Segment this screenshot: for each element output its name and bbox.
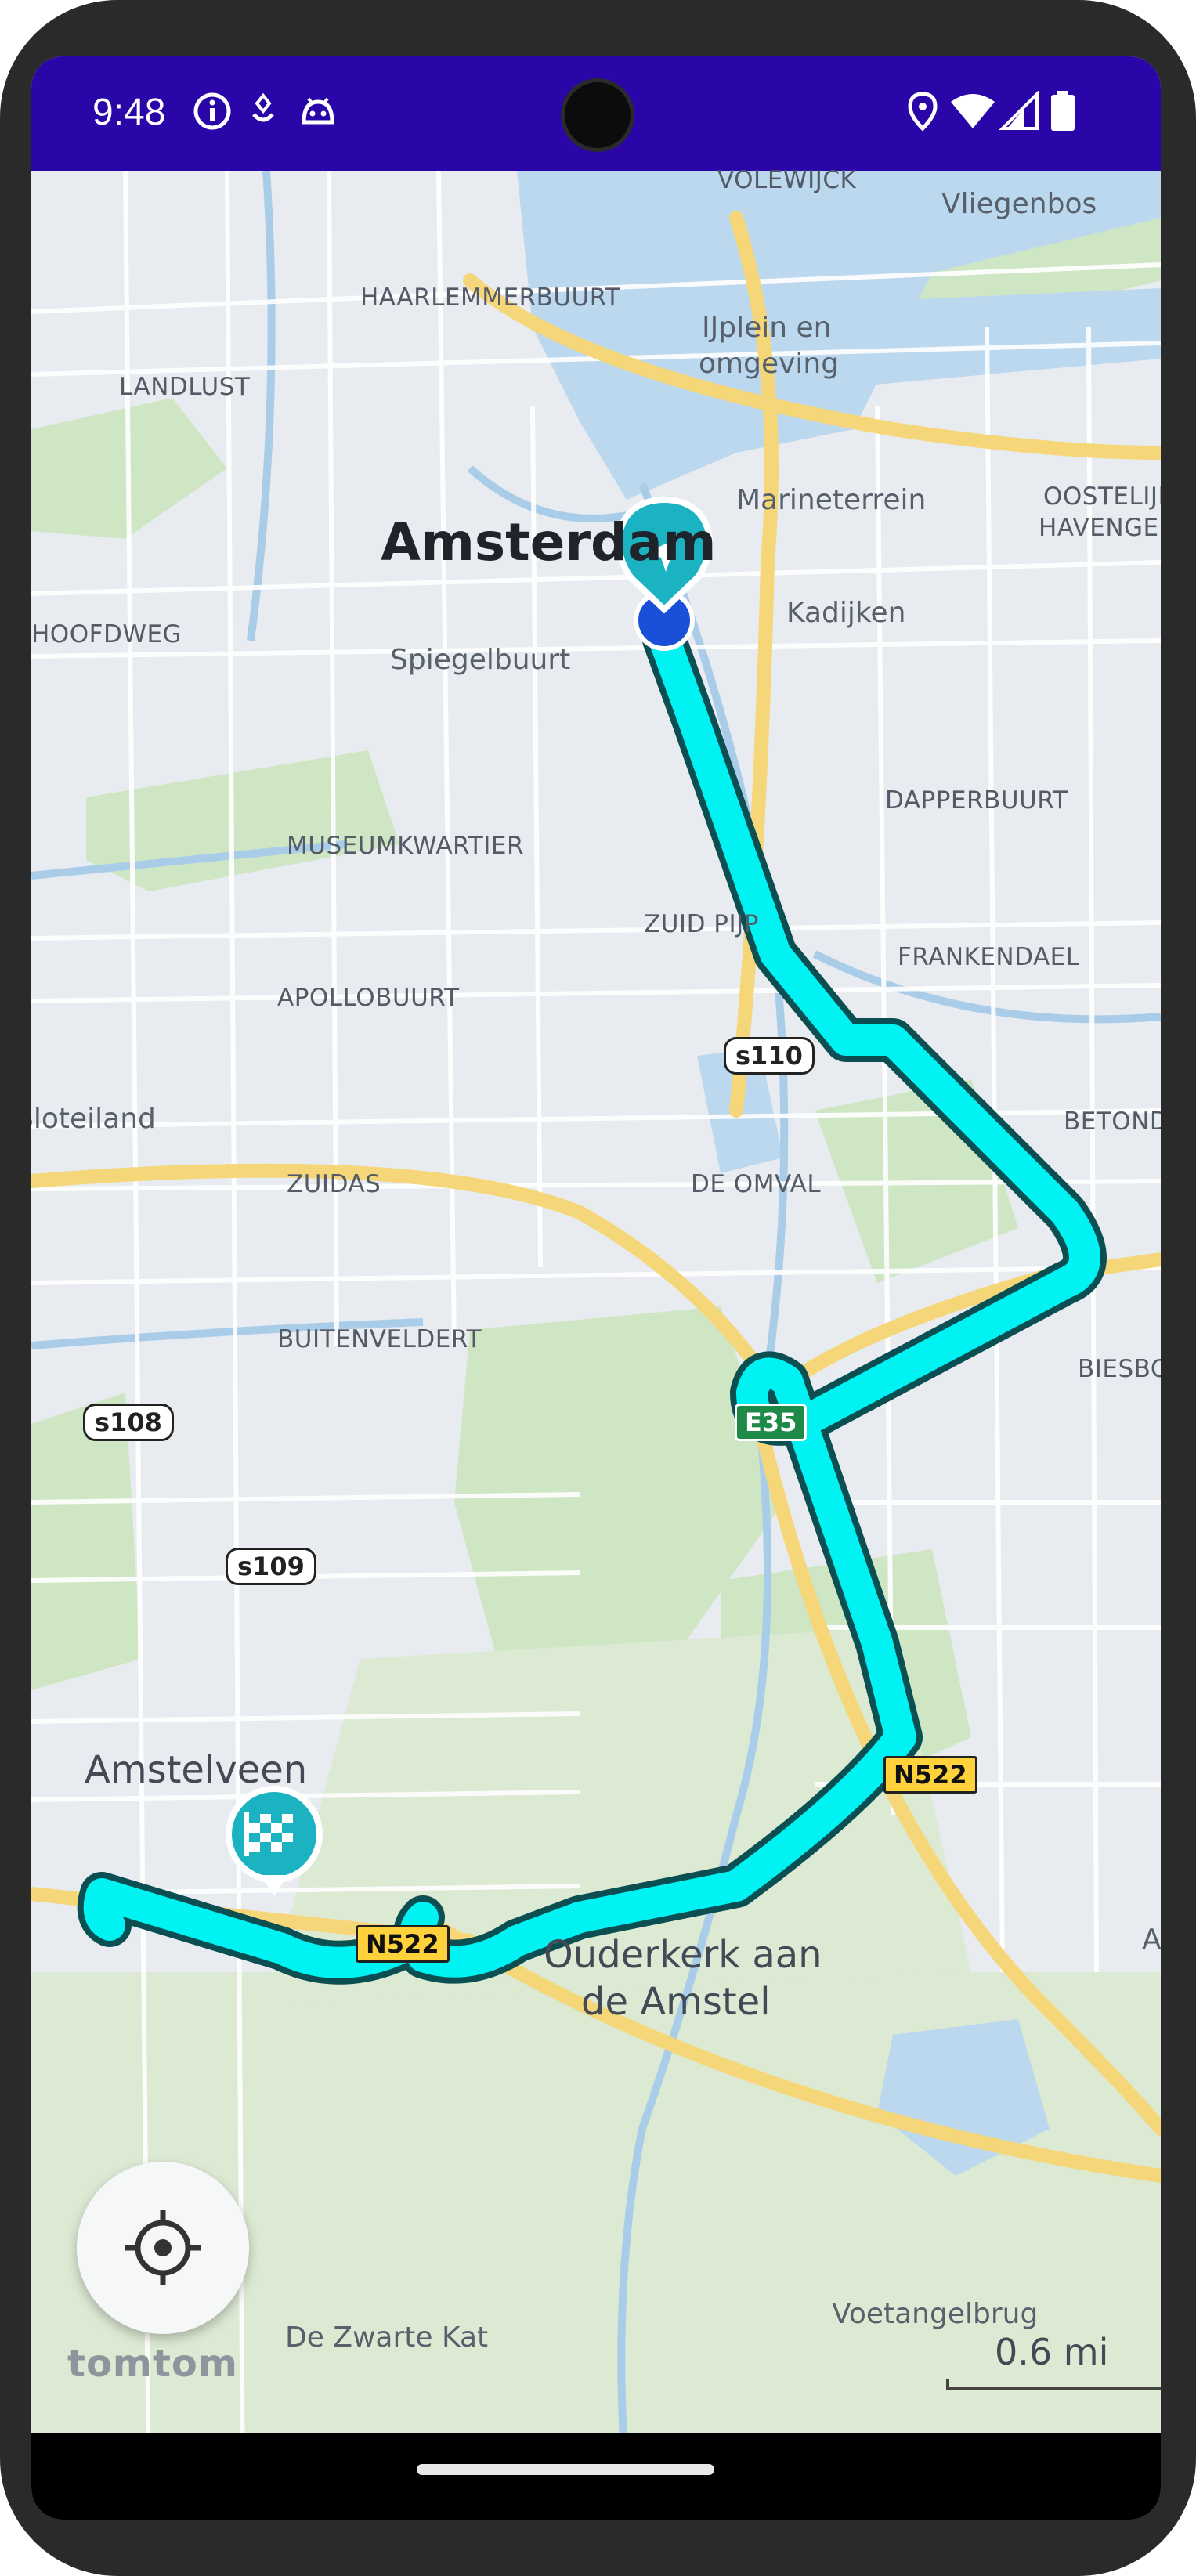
road-shield-e35: E35 bbox=[735, 1404, 808, 1441]
status-time: 9:48 bbox=[92, 92, 166, 133]
info-icon bbox=[193, 92, 231, 130]
road-shield-n522-b: N522 bbox=[356, 1925, 450, 1963]
scale-bar bbox=[946, 2379, 1161, 2390]
road-shield-s108: s108 bbox=[83, 1404, 174, 1441]
front-camera bbox=[561, 78, 634, 152]
label-spiegelbuurt: Spiegelbuurt bbox=[390, 644, 571, 676]
label-haarlemmerbuurt: HAARLEMMERBUURT bbox=[360, 284, 620, 312]
wifi-icon bbox=[951, 94, 995, 128]
label-amstelveen: Amstelveen bbox=[85, 1748, 308, 1792]
label-landlust: LANDLUST bbox=[119, 373, 251, 401]
label-voetangelbrug: Voetangelbrug bbox=[832, 2298, 1039, 2330]
navigation-bar bbox=[31, 2433, 1161, 2520]
label-de-omval: DE OMVAL bbox=[691, 1170, 822, 1198]
phone-frame: 9:48 VOLEWIJCK Vliegenbos HAARLEMMERBUUR… bbox=[0, 0, 1196, 2576]
label-oostelijk-2: HAVENGEBIED bbox=[1039, 514, 1161, 542]
label-marineterrein: Marineterrein bbox=[736, 484, 927, 516]
label-city: Amsterdam bbox=[381, 512, 717, 573]
label-ouderkerk-1: Ouderkerk aan bbox=[544, 1933, 822, 1977]
label-zuid-pijp: ZUID PIJP bbox=[644, 910, 759, 938]
signal-icon bbox=[999, 91, 1039, 130]
crosshair-icon bbox=[125, 2210, 201, 2285]
label-biesbosch: BIESBOSCH bbox=[1078, 1355, 1161, 1383]
label-vliegenbos: Vliegenbos bbox=[941, 188, 1097, 220]
label-hoofdweg: HOOFDWEG bbox=[31, 620, 182, 649]
label-ouderkerk-2: de Amstel bbox=[581, 1980, 771, 2024]
label-de-zwarte-kat: De Zwarte Kat bbox=[285, 2321, 489, 2354]
locate-me-button[interactable] bbox=[77, 2162, 249, 2334]
label-sloteiland: Sloteiland bbox=[31, 1103, 156, 1135]
label-dapperbuurt: DAPPERBUURT bbox=[885, 786, 1068, 815]
label-a: A bbox=[1142, 1924, 1161, 1956]
status-bar: 9:48 bbox=[31, 56, 1161, 171]
map-view[interactable]: VOLEWIJCK Vliegenbos HAARLEMMERBUURT IJp… bbox=[31, 166, 1161, 2491]
android-icon bbox=[302, 97, 334, 125]
label-frankendael: FRANKENDAEL bbox=[898, 943, 1080, 971]
location-icon bbox=[908, 92, 938, 132]
label-zuidas: ZUIDAS bbox=[287, 1170, 381, 1198]
label-oostelijk-1: OOSTELIJK bbox=[1043, 482, 1161, 511]
label-ijplein-2: omgeving bbox=[699, 348, 840, 380]
label-museumkwartier: MUSEUMKWARTIER bbox=[287, 832, 525, 860]
tomtom-logo: tomtom bbox=[67, 2342, 238, 2386]
road-shield-s110: s110 bbox=[724, 1037, 815, 1075]
road-shield-n522-a: N522 bbox=[883, 1756, 977, 1794]
road-shield-s109: s109 bbox=[226, 1548, 316, 1585]
screen: 9:48 VOLEWIJCK Vliegenbos HAARLEMMERBUUR… bbox=[31, 56, 1161, 2520]
label-buitenveldert: BUITENVELDERT bbox=[277, 1325, 482, 1353]
scale-label: 0.6 mi bbox=[995, 2331, 1109, 2373]
label-volewijck: VOLEWIJCK bbox=[717, 166, 857, 194]
home-gesture-pill[interactable] bbox=[417, 2464, 714, 2475]
label-kadijken: Kadijken bbox=[786, 597, 906, 629]
badge-icon bbox=[252, 92, 274, 122]
battery-icon bbox=[1051, 91, 1075, 131]
label-apollobuurt: APOLLOBUURT bbox=[277, 984, 460, 1012]
label-ijplein-1: IJplein en bbox=[702, 312, 832, 344]
label-betondorp: BETONDORP bbox=[1064, 1107, 1161, 1136]
